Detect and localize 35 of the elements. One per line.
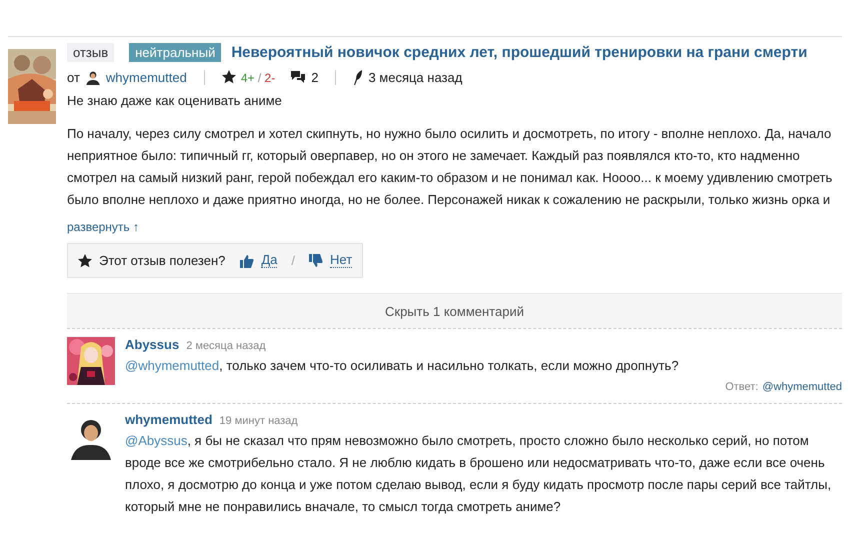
expand-link[interactable]: развернуть ↑ — [67, 220, 140, 234]
comment-time: 2 месяца назад — [186, 340, 266, 352]
comment-text: @whymemutted, только зачем что-то осиливать и насильно толкать, если можно дропнуть? — [125, 357, 680, 375]
comment-text: @Abyssus, я бы не сказал что прям невозможно было смотреть, просто сложно было несколько серий, но потом вроде все же смотрибельно стало. Я не люблю кидать в брошено или недосматривать что-то, даже если все очень плохо, я досмотрю до конца и уже потом сделаю вывод, если я буду кидать просмотр после пары серий все тайтлы, который мне не понравились вначале, то смысл тогда смотреть аниме? — [125, 432, 832, 516]
vote-separator: / — [256, 70, 262, 84]
author-prefix: от — [67, 70, 80, 84]
comment-time: 19 минут назад — [219, 415, 298, 427]
review-text: По началу, через силу смотрел и хотел скипнуть, но нужно было осилить и досмотреть, по итогу - вполне неплохо. Да, начало неприятное было: типичный гг, который оверпавер, но он этого не замечает. Каждый раз появлялся кто-то, кто надменно смотрел на самый низкий ранг, герой побеждал его каким-то образом и не понимал как. Ноооо... к моему удивлению смотреть было вполне неплохо и даже приятно иногда, но не более. Персонажей никак к сожалению не раскрыли, только жизнь орка и — [67, 125, 834, 209]
no-link[interactable]: Нет — [330, 253, 352, 268]
star-icon — [78, 254, 92, 268]
comment-count: 2 — [311, 70, 318, 84]
author-link[interactable]: whymemutted — [106, 70, 187, 84]
negative-votes: 2- — [264, 70, 276, 84]
mention-link[interactable]: @whymemutted — [125, 358, 220, 373]
vote-separator: / — [291, 253, 296, 268]
hide-comments-button[interactable]: Скрыть 1 комментарий — [67, 293, 842, 328]
helpful-question: Этот отзыв полезен? — [99, 253, 226, 268]
comment-author[interactable]: whymemutted — [125, 412, 212, 427]
positive-votes: 4+ — [240, 70, 255, 84]
user-avatar — [84, 69, 101, 85]
reply-label: Ответ: — [725, 381, 758, 393]
reply-link[interactable]: @whymemutted — [762, 381, 842, 393]
comment-author[interactable]: Abyssus — [125, 337, 180, 352]
tone-tag: нейтральный — [129, 43, 222, 62]
feather-icon — [353, 70, 364, 84]
comments-icon — [290, 70, 306, 84]
thumbs-down-icon — [309, 254, 324, 268]
yes-link[interactable]: Да — [261, 253, 278, 268]
review-summary: Не знаю даже как оценивать аниме — [67, 93, 283, 108]
category-tag: отзыв — [67, 43, 114, 62]
review-title[interactable]: Невероятный новичок средних лет, прошедший тренировки на грани смерти — [231, 44, 808, 61]
post-time: 3 месяца назад — [368, 70, 462, 84]
star-icon — [222, 70, 236, 84]
thumbs-up-icon — [240, 254, 254, 268]
mention-link[interactable]: @Abyssus — [125, 433, 188, 448]
